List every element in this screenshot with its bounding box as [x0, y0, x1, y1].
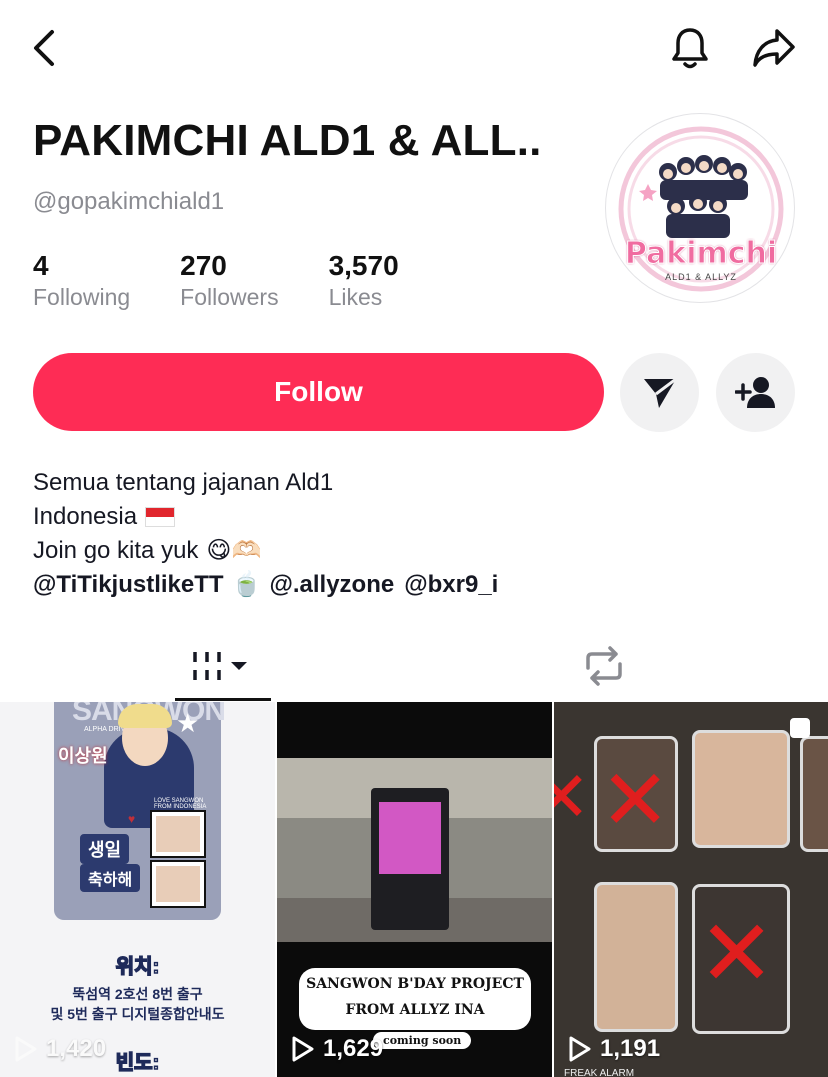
poster-bday-tag: 생일: [80, 834, 130, 864]
mention-link[interactable]: @TiTikjustlikeTT: [33, 568, 224, 602]
bio-mentions: @TiTikjustlikeTT 🍵 @.allyzone @bxr9_i: [33, 568, 498, 602]
photocard: [800, 736, 828, 852]
profile-handle: @gopakimchiald1: [33, 188, 225, 215]
location-line-1: 뚝섬역 2호선 8번 출구: [72, 986, 203, 1002]
share-button[interactable]: [748, 24, 800, 72]
follow-button[interactable]: Follow: [33, 353, 604, 431]
video-thumbnail[interactable]: SANGWON ALPHA DRIVE ONE ★ 이상원 LOVE SANGW…: [0, 702, 275, 1077]
cross-mark-icon: ✕: [554, 758, 591, 836]
poster-photo-2: [150, 860, 206, 908]
multi-photo-icon: [790, 718, 810, 738]
back-button[interactable]: [22, 26, 66, 70]
poster-photo-1: [150, 810, 206, 858]
avatar-brand-subtext: ALD1 & ALLYZ: [665, 272, 737, 282]
play-icon: [569, 1036, 591, 1062]
repost-icon: [586, 646, 622, 686]
star-icon: ★: [176, 708, 200, 738]
view-count: 1,191: [568, 1035, 660, 1063]
share-arrow-icon: [753, 29, 795, 67]
likes-label: Likes: [328, 284, 383, 310]
location-label: 위치:: [115, 955, 160, 979]
profile-bio: Semua tentang jajanan Ald1 Indonesia Joi…: [33, 466, 498, 602]
video-grid: SANGWON ALPHA DRIVE ONE ★ 이상원 LOVE SANGW…: [0, 702, 828, 1077]
view-count: 1,420: [14, 1035, 106, 1063]
active-tab-indicator: [175, 698, 271, 701]
photocard: [692, 730, 790, 848]
indonesia-flag-icon: [145, 507, 176, 527]
add-friend-button[interactable]: [716, 353, 795, 432]
following-stat[interactable]: 4 Following: [33, 250, 130, 312]
followers-label: Followers: [180, 284, 279, 310]
avatar[interactable]: Pakimchi ALD1 & ALLYZ: [605, 113, 795, 303]
top-bar: [0, 0, 828, 96]
caption-line-2: FROM ALLYZ INA: [345, 1002, 485, 1018]
bio-line-2-text: Indonesia: [33, 503, 138, 530]
caption-bottom: FREAK ALARM: [564, 1068, 635, 1077]
poster-hair: [118, 704, 172, 728]
bell-icon: [672, 28, 708, 69]
avatar-brand-text: Pakimchi: [624, 236, 778, 272]
cross-mark-icon: ✕: [698, 903, 776, 1005]
cross-mark-icon: ✕: [600, 753, 671, 847]
notification-button[interactable]: [666, 24, 714, 72]
bio-line-3: Join go kita yuk 😋🫶🏻: [33, 534, 498, 568]
heart-icon: ♥: [128, 812, 136, 826]
following-label: Following: [33, 284, 131, 310]
poster-love-text: LOVE SANGWON FROM INDONESIA: [154, 798, 207, 810]
likes-stat[interactable]: 3,570 Likes: [329, 250, 399, 312]
followers-stat[interactable]: 270 Followers: [180, 250, 278, 312]
bio-line-3-emoji: 😋🫶🏻: [206, 537, 262, 564]
poster-bday-tag-2: 축하해: [80, 864, 141, 892]
billboard-screen: [379, 802, 441, 874]
grid-icon: [193, 652, 247, 680]
bio-line-3-text: Join go kita yuk: [33, 537, 199, 564]
video-thumbnail[interactable]: ✕ ✕ ✕ FREAK ALARM 1,191: [554, 702, 828, 1077]
likes-count: 3,570: [328, 250, 399, 281]
play-icon: [15, 1036, 37, 1062]
chevron-left-icon: [34, 30, 54, 66]
view-count: 1,629: [291, 1035, 383, 1063]
mention-link[interactable]: @.allyzone: [269, 568, 394, 602]
caption-line-1: SANGWON B'DAY PROJECT: [306, 976, 524, 992]
bio-line-1: Semua tentang jajanan Ald1: [33, 469, 334, 496]
mention-link[interactable]: @bxr9_i: [404, 568, 498, 602]
tab-reposts[interactable]: [556, 630, 652, 702]
tab-videos[interactable]: [175, 630, 271, 702]
video-thumbnail[interactable]: SANGWON B'DAY PROJECT FROM ALLYZ INA com…: [277, 702, 552, 1077]
bio-line-2: Indonesia: [33, 500, 498, 534]
person-plus-icon: [734, 376, 775, 408]
send-icon: [643, 377, 677, 408]
view-count-text: 1,191: [600, 1035, 661, 1062]
message-button[interactable]: [620, 353, 699, 432]
caption-coming-soon: coming soon: [373, 1032, 472, 1049]
location-line-2: 및 5번 출구 디지털종합안내도: [50, 1006, 225, 1022]
following-count: 4: [33, 250, 49, 281]
profile-stats: 4 Following 270 Followers 3,570 Likes: [33, 250, 449, 312]
view-count-text: 1,420: [46, 1035, 107, 1062]
matcha-emoji: 🍵: [231, 571, 262, 598]
play-icon: [292, 1036, 314, 1062]
view-count-text: 1,629: [323, 1035, 384, 1062]
poster-name-tag: 이상원: [58, 746, 108, 766]
profile-tabs: [0, 630, 828, 702]
profile-name: PAKIMCHI ALD1 & ALL..: [33, 116, 542, 165]
photocard: [594, 882, 678, 1032]
followers-count: 270: [180, 250, 227, 281]
